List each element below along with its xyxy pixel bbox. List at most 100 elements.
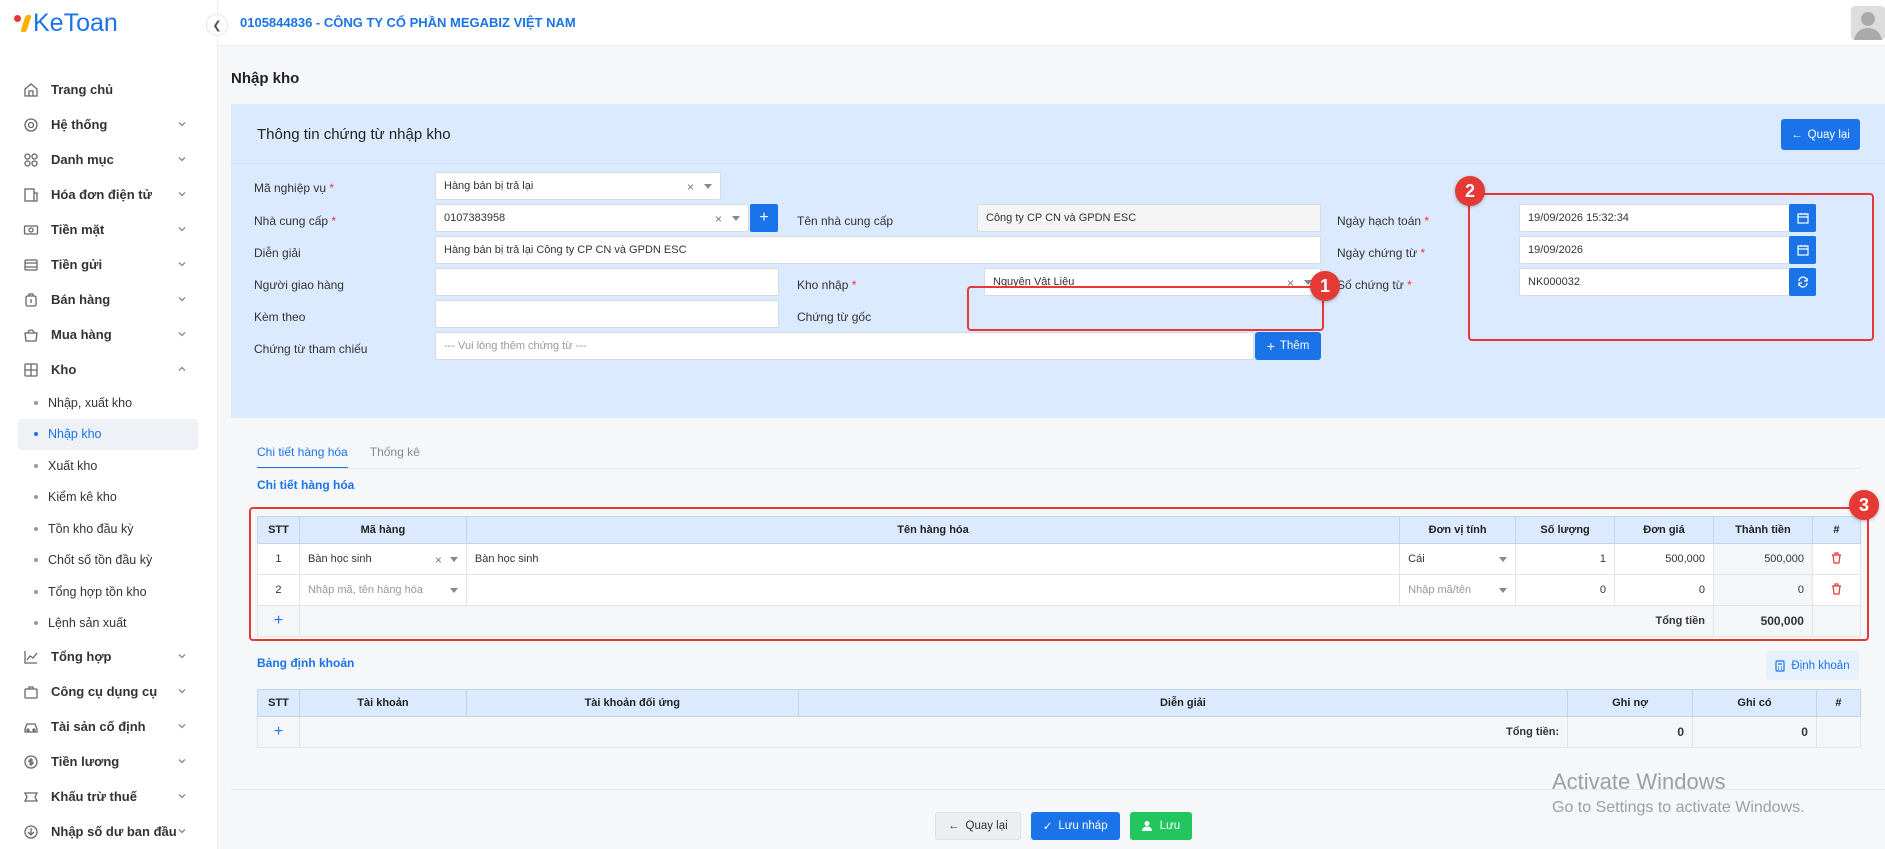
badge-2: 2 (1455, 176, 1485, 206)
sidebar-item-mua-hang[interactable]: Mua hàng (0, 317, 218, 352)
chevron-up-icon (178, 366, 186, 371)
sidebar-item-danh-muc[interactable]: Danh mục (0, 142, 218, 177)
tab-chi-tiet-hang-hoa[interactable]: Chi tiết hàng hóa (257, 445, 348, 469)
sidebar-sub-tong-hop-ton-kho[interactable]: Tổng hợp tồn kho (0, 576, 218, 608)
chart-icon (22, 648, 39, 665)
sidebar-sub-xuat-kho[interactable]: Xuất kho (0, 450, 218, 482)
ngay-hach-toan-label: Ngày hạch toán * (1337, 214, 1430, 228)
save-draft-button[interactable]: ✓ Lưu nháp (1030, 812, 1120, 840)
sidebar-item-hoa-don[interactable]: Hóa đơn điện tử (0, 177, 218, 212)
sidebar-collapse-button[interactable]: ❮ (206, 14, 228, 36)
col-action: # (1815, 689, 1862, 717)
add-reference-button[interactable]: + Thêm (1255, 332, 1321, 360)
highlight-box-2 (1468, 193, 1874, 341)
col-ghi-co: Ghi có (1692, 689, 1817, 717)
required-mark: * (331, 214, 337, 228)
chevron-down-icon (178, 794, 186, 799)
nha-cung-cap-select[interactable]: 0107383958 × (435, 204, 749, 232)
sidebar-sub-nhap-xuat-kho[interactable]: Nhập, xuất kho (0, 387, 218, 419)
chevron-down-icon (178, 157, 186, 162)
sidebar-item-ban-hang[interactable]: Bán hàng (0, 282, 218, 317)
back-button[interactable]: ← Quay lại (1781, 119, 1860, 150)
nguoi-giao-input[interactable] (435, 268, 779, 296)
chung-tu-goc-label: Chứng từ gốc (797, 310, 872, 324)
footer-back-button[interactable]: ← Quay lại (935, 812, 1021, 840)
page-title: Nhập kho (231, 70, 300, 87)
footer-actions: ← Quay lại ✓ Lưu nháp Lưu (935, 812, 1193, 840)
warehouse-icon (22, 361, 39, 378)
chevron-left-icon: ❮ (212, 19, 222, 32)
tab-thong-ke[interactable]: Thống kê (370, 445, 420, 469)
sidebar-sub-nhap-kho[interactable]: Nhập kho (18, 418, 198, 450)
gear-icon (22, 116, 39, 133)
sidebar-item-tien-luong[interactable]: Tiền lương (0, 744, 218, 779)
logo-mark-icon (20, 14, 32, 32)
nha-cung-cap-label: Nhà cung cấp * (254, 214, 337, 228)
clear-icon[interactable]: × (687, 180, 694, 194)
plus-icon: + (1266, 338, 1275, 354)
sidebar-item-cong-cu[interactable]: Công cụ dụng cụ (0, 674, 218, 709)
col-ghi-no: Ghi nợ (1567, 689, 1694, 717)
tax-icon (22, 788, 39, 805)
import-icon (22, 823, 39, 840)
col-tai-khoan: Tài khoản (298, 689, 467, 717)
invoice-icon (22, 186, 39, 203)
sidebar-item-tien-gui[interactable]: Tiền gửi (0, 247, 218, 282)
required-mark: * (851, 278, 857, 292)
sidebar-item-nhap-so-du[interactable]: Nhập số dư ban đầu (0, 814, 218, 849)
user-check-icon (1141, 821, 1152, 831)
sidebar-item-tai-san[interactable]: Tài sản cố định (0, 709, 218, 744)
logo[interactable]: KeToan (14, 8, 118, 38)
add-supplier-button[interactable]: + (750, 204, 778, 232)
sidebar-sub-chot-so-ton[interactable]: Chốt số tồn đầu kỳ (0, 545, 218, 577)
bullet-icon (34, 526, 38, 531)
ten-ncc-field[interactable]: Công ty CP CN và GPDN ESC (977, 204, 1321, 232)
chevron-down-icon (178, 689, 186, 694)
tham-chieu-input[interactable]: --- Vui lòng thêm chứng từ --- (435, 332, 1254, 360)
bullet-icon (34, 463, 38, 468)
sidebar-item-tong-hop[interactable]: Tổng hợp (0, 639, 218, 674)
grid-icon (22, 151, 39, 168)
total-ghi-no: 0 (1567, 716, 1694, 748)
ngay-chung-tu-label: Ngày chứng từ * (1337, 246, 1426, 260)
total-ghi-co: 0 (1692, 716, 1817, 748)
sidebar-sub-lenh-san-xuat[interactable]: Lệnh sản xuất (0, 608, 218, 640)
dollar-icon (22, 753, 39, 770)
so-chung-tu-label: Số chứng từ * (1337, 278, 1412, 292)
dinh-khoan-button[interactable]: Định khoản (1766, 651, 1859, 680)
ma-nghiep-vu-select[interactable]: Hàng bán bị trả lại × (435, 172, 721, 200)
kem-theo-label: Kèm theo (254, 310, 306, 324)
nguoi-giao-label: Người giao hàng (254, 278, 344, 292)
badge-1: 1 (1310, 271, 1340, 301)
accounts-table: STT Tài khoản Tài khoản đối ứng Diễn giả… (257, 689, 1862, 748)
clear-icon[interactable]: × (715, 212, 722, 226)
avatar[interactable] (1851, 6, 1885, 40)
col-stt: STT (257, 689, 300, 717)
kem-theo-input[interactable] (435, 300, 779, 328)
watermark-line2: Go to Settings to activate Windows. (1552, 799, 1805, 816)
save-button[interactable]: Lưu (1129, 812, 1193, 840)
required-mark: * (1420, 246, 1426, 260)
sidebar-item-he-thong[interactable]: Hệ thống (0, 107, 218, 142)
add-row-button[interactable]: + (257, 716, 300, 748)
sidebar-sub-ton-kho-dau-ky[interactable]: Tồn kho đầu kỳ (0, 513, 218, 545)
dien-giai-input[interactable]: Hàng bán bị trả lại Công ty CP CN và GPD… (435, 236, 1321, 264)
sidebar-item-trang-chu[interactable]: Trang chủ (0, 72, 218, 107)
check-icon: ✓ (1042, 821, 1053, 833)
bullet-icon (34, 432, 38, 437)
chevron-down-icon (178, 227, 186, 232)
badge-3: 3 (1849, 490, 1879, 520)
chevron-down-icon (178, 332, 186, 337)
arrow-left-icon: ← (948, 820, 960, 832)
sidebar-item-tien-mat[interactable]: Tiền mặt (0, 212, 218, 247)
card-title: Thông tin chứng từ nhập kho (257, 126, 451, 143)
col-tai-khoan-doi-ung: Tài khoản đối ứng (465, 689, 799, 717)
chevron-down-icon (178, 829, 186, 834)
detail-tabs: Chi tiết hàng hóa Thống kê (257, 445, 420, 469)
sidebar-sub-kiem-ke-kho[interactable]: Kiểm kê kho (0, 482, 218, 514)
ma-nghiep-vu-label: Mã nghiệp vụ * (254, 181, 335, 195)
sidebar-item-kho[interactable]: Kho (0, 352, 218, 387)
sidebar-item-khau-tru-thue[interactable]: Khấu trừ thuế (0, 779, 218, 814)
company-name: 0105844836 - CÔNG TY CỔ PHẦN MEGABIZ VIỆ… (240, 15, 576, 30)
required-mark: * (329, 181, 335, 195)
